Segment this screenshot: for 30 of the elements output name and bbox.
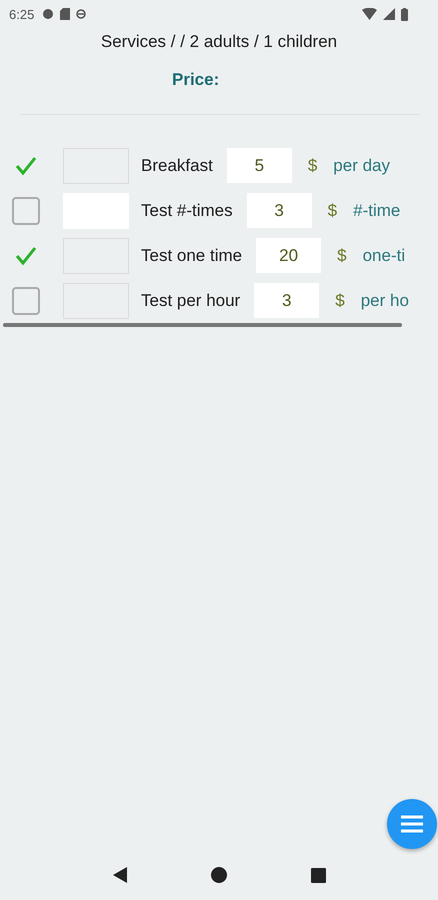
unit-label: one-ti: [362, 246, 406, 266]
recents-icon[interactable]: [311, 868, 326, 882]
home-icon[interactable]: [211, 867, 228, 883]
service-name: Test #-times: [141, 200, 233, 220]
price-field[interactable]: 3: [254, 283, 320, 318]
unit-label: per ho: [360, 290, 409, 310]
checkbox[interactable]: [12, 196, 40, 224]
currency-label: $: [328, 200, 338, 220]
service-name: Test one time: [141, 246, 242, 266]
unit-label: per day: [333, 156, 390, 176]
status-time: 6:25: [9, 6, 34, 22]
price-field[interactable]: 20: [256, 238, 322, 273]
signal-icon: [383, 8, 395, 20]
currency-label: $: [337, 246, 347, 266]
sd-card-icon: [60, 8, 70, 20]
unit-label: #-time: [353, 200, 400, 220]
wifi-icon: [362, 8, 377, 20]
checkbox[interactable]: [12, 286, 40, 314]
page-title: Services / / 2 adults / 1 children: [100, 31, 338, 53]
currency-label: $: [308, 156, 318, 176]
price-field[interactable]: 5: [226, 148, 292, 183]
service-name: Test per hour: [141, 290, 240, 310]
battery-icon: [401, 8, 408, 20]
menu-button[interactable]: [387, 799, 437, 849]
price-field[interactable]: 3: [246, 193, 312, 228]
service-name: Breakfast: [141, 156, 213, 176]
currency-label: $: [335, 290, 345, 310]
back-icon[interactable]: [112, 866, 128, 884]
menu-icon: [400, 814, 424, 834]
price-label: Price:: [172, 70, 220, 90]
